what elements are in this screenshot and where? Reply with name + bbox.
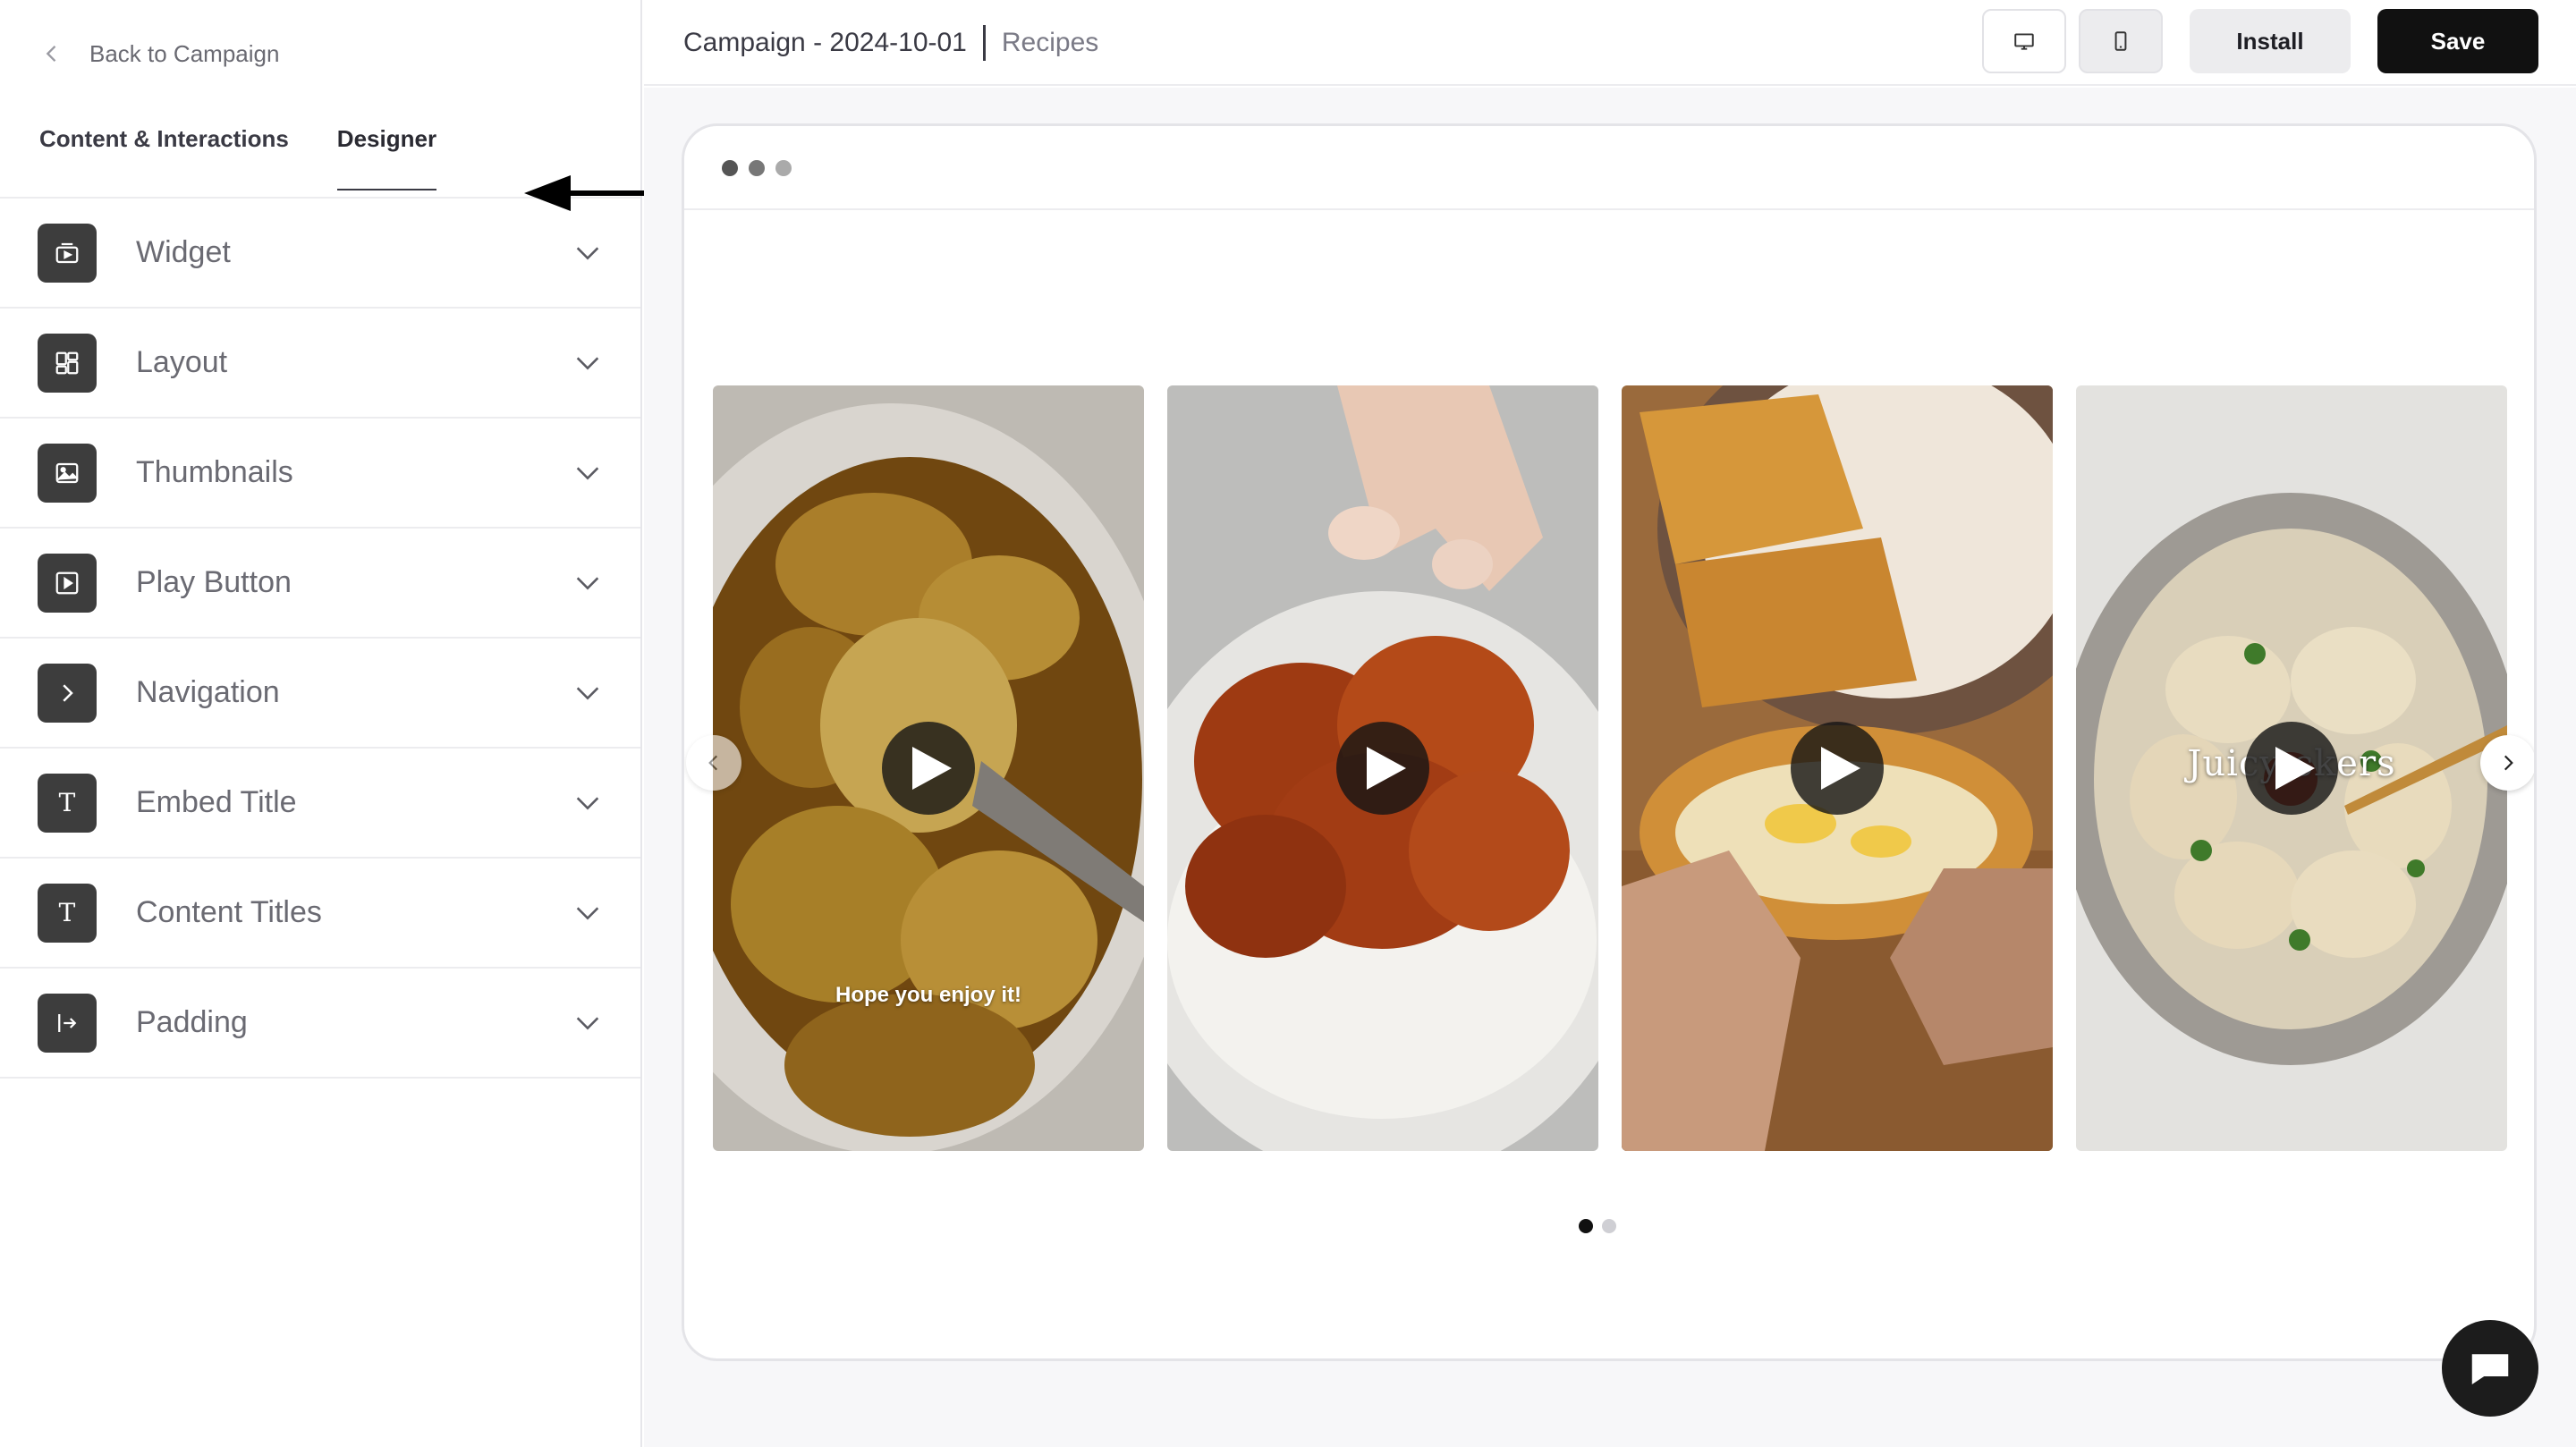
play-icon [1821, 747, 1860, 790]
chevron-down-icon [576, 1016, 599, 1029]
menu-label-thumbnails: Thumbnails [136, 455, 293, 489]
chat-launcher-button[interactable] [2442, 1320, 2538, 1417]
window-dots [722, 160, 792, 176]
menu-label-play-button: Play Button [136, 565, 292, 599]
chevron-down-icon [576, 796, 599, 809]
video-card[interactable]: Hope you enjoy it! [713, 385, 1144, 1151]
carousel-pagination [1579, 1219, 1616, 1233]
desktop-view-button[interactable] [1982, 9, 2066, 73]
campaign-name[interactable]: Campaign - 2024-10-01 [683, 28, 967, 58]
chevron-down-icon [576, 356, 599, 369]
video-caption: Hope you enjoy it! [835, 983, 1021, 1007]
chevron-down-icon [576, 686, 599, 699]
install-button[interactable]: Install [2190, 9, 2351, 73]
chevron-down-icon [576, 246, 599, 259]
save-button[interactable]: Save [2377, 9, 2538, 73]
play-button[interactable] [2245, 722, 2338, 815]
chevron-right-icon [2504, 755, 2513, 771]
page-name[interactable]: Recipes [1002, 28, 1098, 58]
menu-item-content-titles[interactable]: T Content Titles [0, 859, 640, 969]
designer-sidebar: Back to Campaign Content & Interactions … [0, 0, 642, 1447]
menu-label-layout: Layout [136, 345, 228, 379]
menu-item-embed-title[interactable]: T Embed Title [0, 749, 640, 859]
play-icon [912, 747, 952, 790]
chevron-left-icon [46, 46, 56, 62]
breadcrumb-separator [982, 25, 986, 61]
menu-item-layout[interactable]: Layout [0, 309, 640, 419]
chat-bubble-icon [2471, 1354, 2509, 1384]
mobile-icon [2114, 31, 2127, 51]
top-bar: Campaign - 2024-10-01 Recipes Install Sa… [644, 0, 2576, 86]
chevron-down-icon [576, 576, 599, 589]
back-link-label: Back to Campaign [89, 39, 280, 67]
menu-item-thumbnails[interactable]: Thumbnails [0, 419, 640, 529]
play-button[interactable] [882, 722, 975, 815]
navigation-icon [38, 663, 97, 723]
mobile-view-button[interactable] [2079, 9, 2163, 73]
video-card[interactable]: Juicy ckers [2076, 385, 2507, 1151]
pagination-dot[interactable] [1602, 1219, 1616, 1233]
designer-menu: Widget Layout Thumbnails Play Button Nav… [0, 199, 640, 1079]
video-carousel: Hope you enjoy it! Juicy ckers [713, 385, 2507, 1151]
carousel-prev-button[interactable] [686, 735, 741, 791]
menu-item-play-button[interactable]: Play Button [0, 529, 640, 639]
preview-canvas: Hope you enjoy it! Juicy ckers [644, 88, 2576, 1447]
back-to-campaign-link[interactable]: Back to Campaign [39, 36, 279, 72]
text-icon: T [38, 773, 97, 833]
pagination-dot-active[interactable] [1579, 1219, 1593, 1233]
menu-label-content-titles: Content Titles [136, 895, 322, 929]
play-button-icon [38, 553, 97, 613]
video-card[interactable] [1622, 385, 2053, 1151]
thumbnail-icon [38, 443, 97, 503]
chevron-down-icon [576, 906, 599, 919]
desktop-icon [2014, 33, 2034, 50]
breadcrumb: Campaign - 2024-10-01 Recipes [683, 25, 1098, 61]
carousel-next-button[interactable] [2480, 735, 2534, 791]
widget-icon [38, 223, 97, 283]
menu-item-navigation[interactable]: Navigation [0, 639, 640, 749]
menu-label-embed-title: Embed Title [136, 785, 297, 819]
padding-icon [38, 993, 97, 1053]
menu-item-widget[interactable]: Widget [0, 199, 640, 309]
tab-content-interactions[interactable]: Content & Interactions [39, 125, 289, 189]
play-button[interactable] [1791, 722, 1884, 815]
layout-icon [38, 333, 97, 393]
video-card[interactable] [1167, 385, 1598, 1151]
menu-label-widget: Widget [136, 235, 231, 269]
menu-label-padding: Padding [136, 1005, 248, 1039]
preview-window: Hope you enjoy it! Juicy ckers [682, 123, 2537, 1361]
text-icon: T [38, 883, 97, 943]
chevron-left-icon [708, 755, 718, 771]
menu-item-padding[interactable]: Padding [0, 969, 640, 1079]
play-icon [1367, 747, 1406, 790]
preview-divider [684, 208, 2534, 210]
chevron-down-icon [576, 466, 599, 479]
tab-designer[interactable]: Designer [336, 125, 437, 190]
play-icon [2275, 747, 2315, 790]
play-button[interactable] [1336, 722, 1429, 815]
sidebar-tabs: Content & Interactions Designer [39, 125, 437, 190]
menu-label-navigation: Navigation [136, 675, 280, 709]
